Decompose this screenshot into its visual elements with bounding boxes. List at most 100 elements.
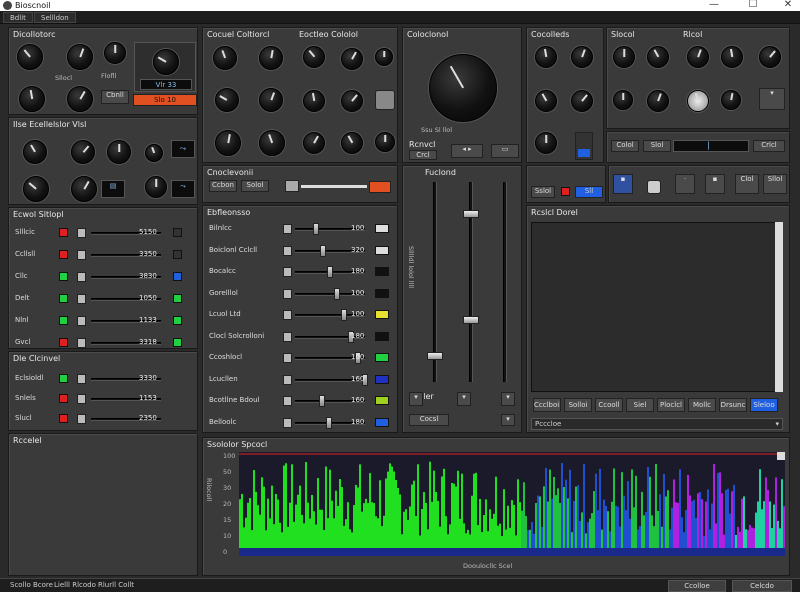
mod-knob-7[interactable] bbox=[647, 90, 669, 112]
mod-display-button-3[interactable]: Crlcl bbox=[753, 140, 785, 152]
fader-thumb-1[interactable] bbox=[427, 352, 443, 360]
route-button-3[interactable]: ▪ bbox=[705, 174, 725, 194]
tone-knob[interactable] bbox=[67, 44, 93, 70]
hold-knob[interactable] bbox=[303, 90, 325, 112]
status-button-1[interactable]: Ccolloe bbox=[668, 580, 726, 592]
mix-knob[interactable] bbox=[67, 86, 93, 112]
fader-thumb-2[interactable] bbox=[463, 210, 479, 218]
makeup-knob[interactable] bbox=[375, 48, 393, 66]
mod-knob-6[interactable] bbox=[613, 90, 633, 110]
mixer-row-checkbox[interactable] bbox=[283, 417, 292, 428]
minimize-button[interactable]: — bbox=[704, 0, 724, 11]
channel-row-checkbox[interactable] bbox=[77, 414, 86, 424]
harmonics-knob[interactable] bbox=[71, 140, 95, 164]
mod-knob-9[interactable] bbox=[721, 90, 741, 110]
mixer-row-checkbox[interactable] bbox=[283, 245, 292, 256]
bypass-button[interactable]: Slo 10 bbox=[133, 94, 197, 106]
mod-button[interactable]: ▾ bbox=[759, 88, 785, 110]
eq-row-checkbox[interactable] bbox=[77, 294, 86, 304]
knee-knob[interactable] bbox=[215, 88, 239, 112]
indicator-1[interactable]: Sslol bbox=[531, 186, 555, 198]
range-knob[interactable] bbox=[341, 90, 363, 112]
mod-knob-1[interactable] bbox=[613, 46, 635, 68]
mod-knob-5[interactable] bbox=[759, 46, 781, 68]
indicator-blue[interactable]: Sll bbox=[575, 186, 603, 198]
eq-row-checkbox[interactable] bbox=[77, 272, 86, 282]
master-arrows[interactable]: ◂ ▸ bbox=[451, 144, 483, 158]
wet-knob[interactable] bbox=[341, 132, 363, 154]
fader-thumb-3[interactable] bbox=[463, 316, 479, 324]
level-knob[interactable] bbox=[104, 42, 126, 64]
control-button-2[interactable]: Solol bbox=[241, 180, 269, 192]
lookahead-knob[interactable] bbox=[259, 88, 283, 112]
maximize-button[interactable]: ☐ bbox=[743, 0, 763, 11]
threshold-knob[interactable] bbox=[213, 46, 237, 70]
dry-knob[interactable] bbox=[303, 132, 325, 154]
mod-knob-8[interactable] bbox=[687, 90, 709, 112]
route-button-4[interactable]: Clol bbox=[735, 174, 759, 194]
eq-row-checkbox[interactable] bbox=[77, 316, 86, 326]
display-footer-button[interactable]: Ploclcl bbox=[657, 398, 685, 412]
display-footer-button[interactable]: Ccclboil bbox=[533, 398, 561, 412]
release-knob[interactable] bbox=[71, 176, 97, 202]
bias-knob[interactable] bbox=[19, 86, 45, 112]
env-knob[interactable] bbox=[535, 90, 557, 112]
mod-knob-3[interactable] bbox=[687, 46, 709, 68]
ratio-knob[interactable] bbox=[145, 176, 167, 198]
power-button[interactable] bbox=[375, 90, 395, 110]
slider-handle[interactable] bbox=[285, 180, 299, 192]
master-knob[interactable] bbox=[429, 54, 497, 122]
fader-track-3[interactable] bbox=[503, 182, 507, 382]
filter-switch[interactable] bbox=[575, 132, 593, 160]
fader-output[interactable]: Cocsl bbox=[409, 414, 449, 426]
menu-tab-selection[interactable]: Sellldon bbox=[34, 12, 76, 23]
channel-row-checkbox[interactable] bbox=[77, 374, 86, 384]
lfo-knob[interactable] bbox=[571, 90, 593, 112]
mixer-row-thumb[interactable] bbox=[327, 266, 333, 278]
mixer-row-checkbox[interactable] bbox=[283, 331, 292, 342]
trim-knob[interactable] bbox=[145, 144, 163, 162]
fader-lock[interactable]: ▾ bbox=[501, 414, 515, 426]
display-footer-button[interactable]: Ccooll bbox=[595, 398, 623, 412]
eq-row-checkbox[interactable] bbox=[77, 228, 86, 238]
mod-display-button-2[interactable]: Slol bbox=[643, 140, 671, 152]
amount-knob[interactable] bbox=[107, 140, 131, 164]
master-mode[interactable]: Crcl bbox=[409, 150, 437, 160]
mixer-row-checkbox[interactable] bbox=[283, 224, 292, 234]
gain-knob[interactable] bbox=[153, 49, 179, 75]
fader-button-1[interactable]: ▾ bbox=[409, 392, 423, 406]
display-footer-button[interactable]: Siel bbox=[626, 398, 654, 412]
ratio-knob[interactable] bbox=[259, 46, 283, 70]
mixer-row-thumb[interactable] bbox=[313, 223, 319, 235]
mod-knob-2[interactable] bbox=[647, 46, 669, 68]
release-knob[interactable] bbox=[341, 48, 363, 70]
cutoff-knob[interactable] bbox=[535, 46, 557, 68]
drive-knob-2[interactable] bbox=[535, 132, 557, 154]
mixer-row-checkbox[interactable] bbox=[283, 310, 292, 320]
mixer-row-checkbox[interactable] bbox=[283, 267, 292, 277]
route-handle[interactable] bbox=[647, 180, 661, 194]
mixer-row-thumb[interactable] bbox=[326, 416, 332, 429]
mod-knob-4[interactable] bbox=[721, 46, 743, 68]
route-button-5[interactable]: Sllol bbox=[763, 174, 787, 194]
mixer-row-checkbox[interactable] bbox=[283, 374, 292, 385]
freq-knob[interactable] bbox=[23, 140, 47, 164]
close-button[interactable]: ✕ bbox=[778, 0, 798, 11]
mixer-row-thumb[interactable] bbox=[319, 395, 325, 407]
resonance-knob[interactable] bbox=[571, 46, 593, 68]
mixer-row-thumb[interactable] bbox=[334, 287, 340, 300]
spectrum-corner[interactable] bbox=[777, 452, 785, 460]
channel-row-checkbox[interactable] bbox=[77, 394, 86, 404]
mixer-row-thumb[interactable] bbox=[341, 309, 347, 321]
detector-knob[interactable] bbox=[259, 130, 285, 156]
route-button-2[interactable]: · bbox=[675, 174, 695, 194]
mixer-row-checkbox[interactable] bbox=[283, 396, 292, 406]
attack-knob[interactable] bbox=[23, 176, 49, 202]
eq-row-checkbox[interactable] bbox=[77, 338, 86, 348]
mixer-row-checkbox[interactable] bbox=[283, 288, 292, 299]
output-knob[interactable] bbox=[375, 132, 395, 152]
sidechain-knob[interactable] bbox=[215, 130, 241, 156]
display-footer-button[interactable]: Mollc bbox=[688, 398, 716, 412]
menu-tab-edit[interactable]: Bdlit bbox=[3, 12, 33, 23]
fader-button-2[interactable]: ▾ bbox=[457, 392, 471, 406]
